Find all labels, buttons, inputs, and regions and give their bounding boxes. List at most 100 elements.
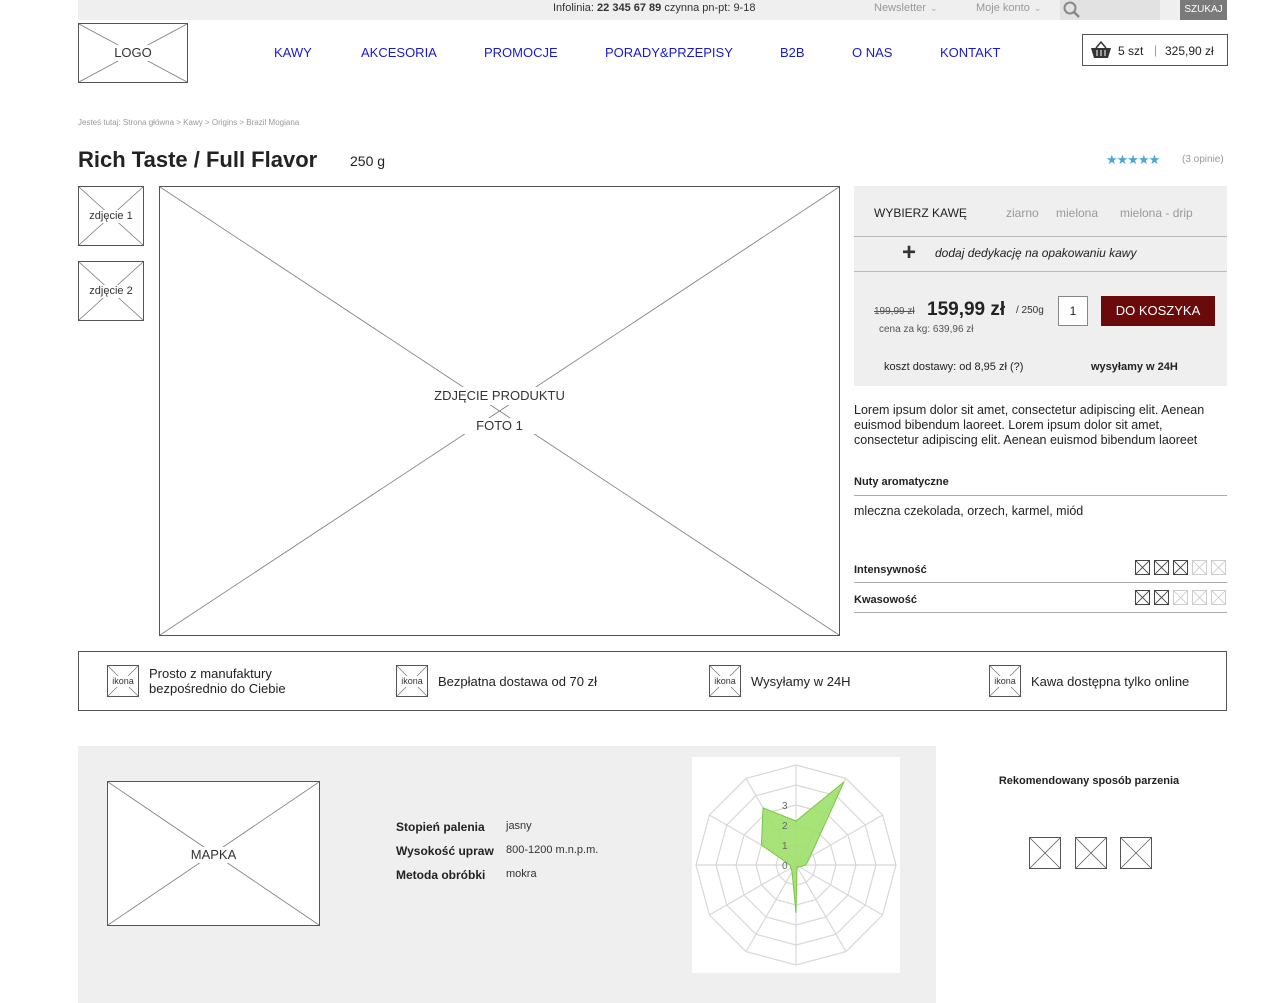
rating-box-empty [1211,560,1226,575]
add-dedication-link[interactable]: dodaj dedykację na opakowaniu kawy [935,246,1136,260]
feature-text: Bezpłatna dostawa od 70 zł [438,673,597,689]
origin-map[interactable]: MAPKA [107,781,320,926]
plus-icon[interactable]: + [902,241,916,265]
feature-line: Prosto z manufaktury [149,666,272,681]
option-mielona[interactable]: mielona [1056,206,1098,220]
product-weight: 250 g [350,153,386,169]
nav-item-b2b[interactable]: B2B [780,45,805,60]
rating-box-filled [1154,560,1169,575]
feature-icon: ikona [396,665,428,697]
spec-row: Metoda obróbki mokra [396,868,598,892]
rating-box-empty [1173,590,1188,605]
nav-item-kawy[interactable]: KAWY [274,45,312,60]
newsletter-label: Newsletter [874,2,926,14]
thumbnail-2[interactable]: zdjęcie 2 [78,261,144,321]
intensity-rating [1135,560,1226,575]
cart-divider: | [1154,43,1158,57]
account-dropdown[interactable]: Moje konto ⌄ [976,2,1041,14]
rating-box-empty [1192,560,1207,575]
photo-sublabel: FOTO 1 [460,418,539,434]
cart-count: 5 szt [1118,44,1144,58]
shipping-cost[interactable]: koszt dostawy: od 8,95 zł (?) [884,361,1023,373]
feature-text: Wysyłamy w 24H [751,673,851,689]
brewing-title: Rekomendowany sposób parzenia [998,775,1180,787]
nav-item-akcesoria[interactable]: AKCESORIA [361,45,437,60]
photo-label: ZDJĘCIE PRODUKTU [415,387,584,405]
product-description: Lorem ipsum dolor sit amet, consectetur … [854,403,1205,447]
feature-item: ikona Kawa dostępna tylko online [989,665,1189,697]
feature-line: bezpośrednio do Ciebie [149,681,286,696]
icon-label: ikona [990,676,1020,687]
radar-tick-label: 1 [782,841,788,852]
chevron-down-icon: ⌄ [929,3,938,13]
feature-icon: ikona [989,665,1021,697]
account-label: Moje konto [976,2,1030,14]
icon-label: ikona [710,676,740,687]
old-price: 199,99 zł [874,306,915,317]
spec-row: Stopień palenia jasny [396,820,598,844]
nav-item-kontakt[interactable]: KONTAKT [940,45,1000,60]
quantity-input[interactable]: 1 [1058,296,1088,326]
aroma-heading: Nuty aromatyczne [854,476,949,488]
map-label: MAPKA [188,847,239,863]
option-ziarno[interactable]: ziarno [1006,206,1039,220]
nav-item-porady-przepisy[interactable]: PORADY&PRZEPISY [605,45,733,60]
rating-box-filled [1173,560,1188,575]
spec-label: Wysokość upraw [396,844,494,858]
logo[interactable]: LOGO [78,23,188,83]
thumbnail-1[interactable]: zdjęcie 1 [78,186,144,246]
divider [854,236,1227,237]
feature-icon: ikona [107,665,139,697]
thumbnail-label: zdjęcie 2 [79,285,143,299]
hotline-hours: czynna pn-pt: 9-18 [664,2,756,14]
search-input[interactable] [1060,0,1160,20]
hotline: Infolinia: 22 345 67 89 czynna pn-pt: 9-… [553,2,755,14]
nav-item-o-nas[interactable]: O NAS [852,45,892,60]
price-unit: / 250g [1016,305,1044,316]
spec-value: 800-1200 m.n.p.m. [506,844,599,856]
radar-tick-label: 0 [782,861,788,872]
product-title: Rich Taste / Full Flavor [78,147,318,172]
reviews-link[interactable]: (3 opinie) [1182,154,1224,165]
breadcrumb[interactable]: Jesteś tutaj: Strona główna > Kawy > Ori… [78,118,299,127]
purchase-panel: WYBIERZ KAWĘ ziarno mielona mielona - dr… [854,186,1227,386]
icon-label: ikona [397,676,427,687]
option-mielona-drip[interactable]: mielona - drip [1120,206,1193,220]
choose-coffee-label: WYBIERZ KAWĘ [874,206,967,220]
brewing-method-icon[interactable] [1029,837,1061,869]
add-to-cart-button[interactable]: DO KOSZYKA [1101,296,1215,326]
cart-total: 325,90 zł [1165,44,1214,58]
hotline-number[interactable]: 22 345 67 89 [597,2,661,14]
spec-value: jasny [506,820,532,832]
rating-box-filled [1135,560,1150,575]
top-bar: Infolinia: 22 345 67 89 czynna pn-pt: 9-… [78,0,1227,20]
feature-item: ikona Wysyłamy w 24H [709,665,851,697]
basket-icon [1091,40,1111,58]
newsletter-dropdown[interactable]: Newsletter ⌄ [874,2,938,14]
feature-item: ikona Prosto z manufaktury bezpośrednio d… [107,665,286,697]
ships-24h: wysyłamy w 24H [1091,361,1178,373]
brewing-method-icon[interactable] [1075,837,1107,869]
search-button[interactable]: SZUKAJ [1180,0,1227,20]
spec-value: mokra [506,868,537,880]
feature-icon: ikona [709,665,741,697]
features-strip: ikona Prosto z manufaktury bezpośrednio d… [78,651,1227,711]
flavor-radar-chart: 0 1 2 3 [692,757,900,973]
divider [854,271,1227,272]
nav-item-promocje[interactable]: PROMOCJE [484,45,558,60]
chevron-down-icon: ⌄ [1033,3,1042,13]
rating-box-empty [1192,590,1207,605]
rating-stars[interactable]: ★★★★★ [1106,152,1160,168]
spec-label: Stopień palenia [396,820,485,834]
origin-specs: Stopień palenia jasny Wysokość upraw 800-1… [396,820,598,892]
search-icon [1063,1,1080,18]
feature-text: Kawa dostępna tylko online [1031,673,1190,689]
divider [854,612,1227,613]
aroma-notes: mleczna czekolada, orzech, karmel, miód [854,504,1084,518]
cart-button[interactable]: 5 szt | 325,90 zł [1082,34,1228,66]
acidity-rating [1135,590,1226,605]
radar-tick-label: 2 [782,821,788,832]
product-photo[interactable]: ZDJĘCIE PRODUKTU FOTO 1 [159,186,840,636]
brewing-method-icon[interactable] [1120,837,1152,869]
current-price: 159,99 zł [927,299,1006,320]
